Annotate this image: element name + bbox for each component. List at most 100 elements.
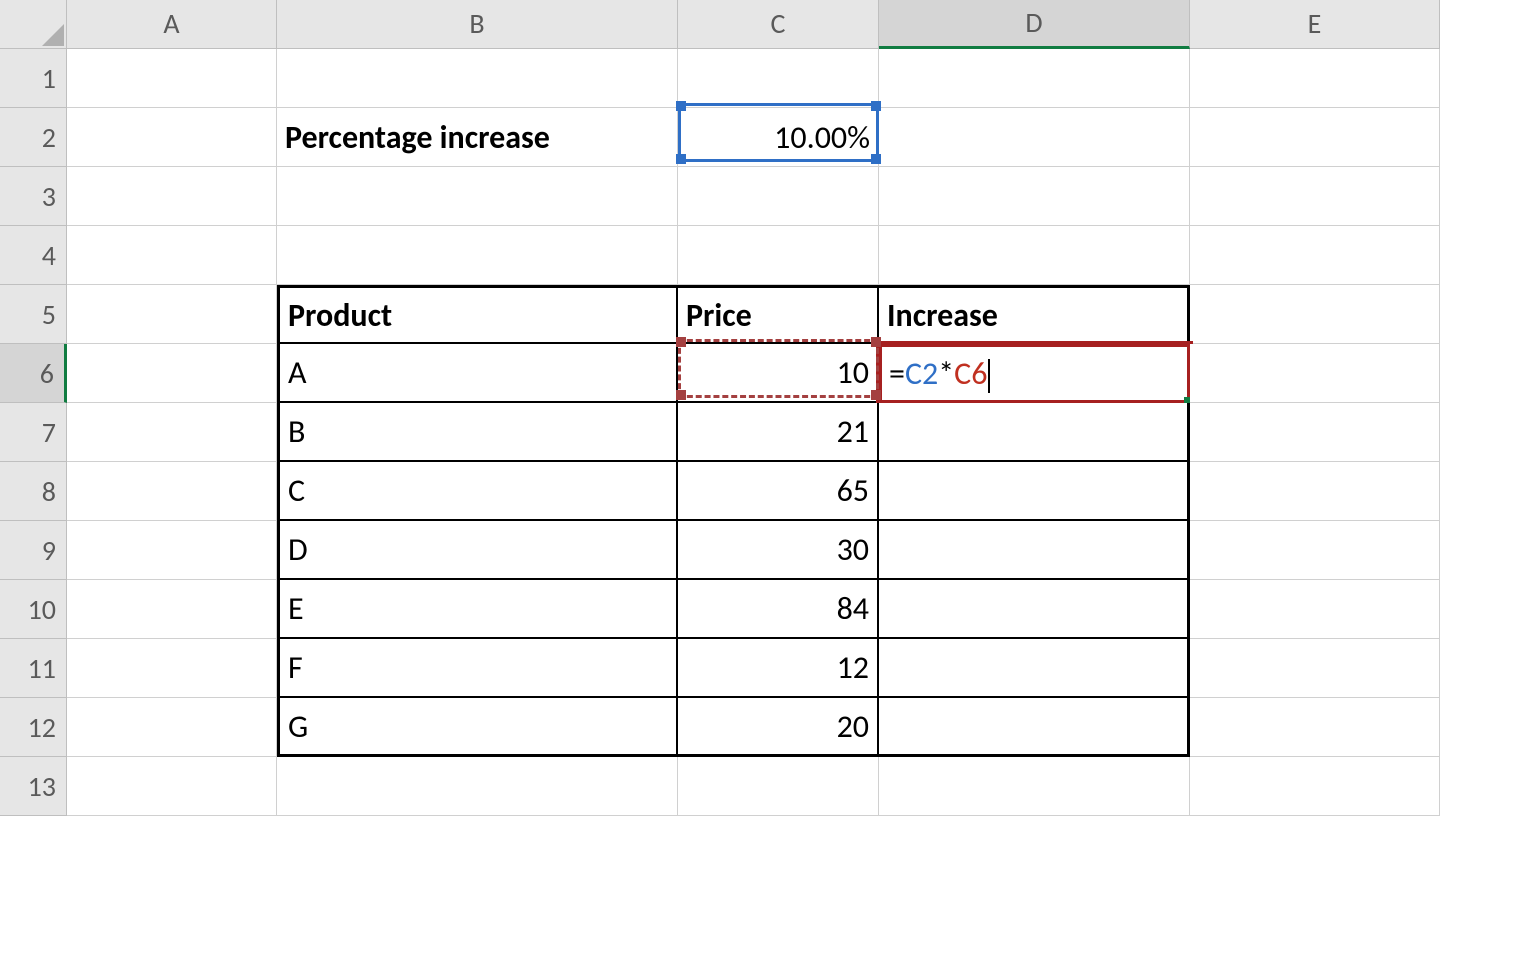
formula-op: * — [938, 354, 954, 393]
cell-e9[interactable] — [1190, 521, 1440, 580]
column-header-row: A B C D E — [0, 0, 1440, 49]
cell-c1[interactable] — [678, 49, 879, 108]
cell-d13[interactable] — [879, 757, 1190, 816]
select-all-corner[interactable] — [0, 0, 67, 49]
cell-e13[interactable] — [1190, 757, 1440, 816]
select-all-triangle-icon — [42, 24, 64, 46]
cell-b6[interactable]: A — [277, 344, 678, 403]
cell-a12[interactable] — [67, 698, 277, 757]
row-6: 6 A 10 =C2*C6 — [0, 344, 1440, 403]
cell-c2[interactable]: 10.00% — [678, 108, 879, 167]
cell-b5[interactable]: Product — [277, 285, 678, 344]
cell-e2[interactable] — [1190, 108, 1440, 167]
cell-a13[interactable] — [67, 757, 277, 816]
row-header-8[interactable]: 8 — [0, 462, 67, 521]
cell-d12[interactable] — [879, 698, 1190, 757]
cell-b4[interactable] — [277, 226, 678, 285]
cell-a6[interactable] — [67, 344, 277, 403]
row-header-10[interactable]: 10 — [0, 580, 67, 639]
formula-equals: = — [889, 354, 905, 393]
cell-e1[interactable] — [1190, 49, 1440, 108]
col-header-b[interactable]: B — [277, 0, 678, 49]
cell-c8[interactable]: 65 — [678, 462, 879, 521]
cell-e3[interactable] — [1190, 167, 1440, 226]
row-9: 9 D 30 — [0, 521, 1440, 580]
cell-a2[interactable] — [67, 108, 277, 167]
cell-a7[interactable] — [67, 403, 277, 462]
cell-b3[interactable] — [277, 167, 678, 226]
col-header-d[interactable]: D — [879, 0, 1190, 49]
row-header-11[interactable]: 11 — [0, 639, 67, 698]
row-header-1[interactable]: 1 — [0, 49, 67, 108]
cell-d8[interactable] — [879, 462, 1190, 521]
cell-c11[interactable]: 12 — [678, 639, 879, 698]
row-header-2[interactable]: 2 — [0, 108, 67, 167]
row-8: 8 C 65 — [0, 462, 1440, 521]
cell-c6[interactable]: 10 — [678, 344, 879, 403]
cell-d6[interactable]: =C2*C6 — [879, 344, 1190, 403]
cell-b11[interactable]: F — [277, 639, 678, 698]
cell-e8[interactable] — [1190, 462, 1440, 521]
cell-b12[interactable]: G — [277, 698, 678, 757]
row-header-6[interactable]: 6 — [0, 344, 67, 403]
cell-b13[interactable] — [277, 757, 678, 816]
cell-c3[interactable] — [678, 167, 879, 226]
row-header-3[interactable]: 3 — [0, 167, 67, 226]
cell-c9[interactable]: 30 — [678, 521, 879, 580]
row-header-5[interactable]: 5 — [0, 285, 67, 344]
cell-b2[interactable]: Percentage increase — [277, 108, 678, 167]
row-2: 2 Percentage increase 10.00% — [0, 108, 1440, 167]
cell-a3[interactable] — [67, 167, 277, 226]
cell-a5[interactable] — [67, 285, 277, 344]
cell-e5[interactable] — [1190, 285, 1440, 344]
cell-e6[interactable] — [1190, 344, 1440, 403]
cell-c10[interactable]: 84 — [678, 580, 879, 639]
col-header-a[interactable]: A — [67, 0, 277, 49]
cell-d3[interactable] — [879, 167, 1190, 226]
cell-d9[interactable] — [879, 521, 1190, 580]
row-13: 13 — [0, 757, 1440, 816]
cell-a11[interactable] — [67, 639, 277, 698]
cell-d4[interactable] — [879, 226, 1190, 285]
cell-b1[interactable] — [277, 49, 678, 108]
cell-b7[interactable]: B — [277, 403, 678, 462]
cell-d11[interactable] — [879, 639, 1190, 698]
cell-d10[interactable] — [879, 580, 1190, 639]
cell-a8[interactable] — [67, 462, 277, 521]
cell-e7[interactable] — [1190, 403, 1440, 462]
cell-a10[interactable] — [67, 580, 277, 639]
cell-a9[interactable] — [67, 521, 277, 580]
cell-d7[interactable] — [879, 403, 1190, 462]
row-header-4[interactable]: 4 — [0, 226, 67, 285]
row-header-9[interactable]: 9 — [0, 521, 67, 580]
row-12: 12 G 20 — [0, 698, 1440, 757]
cell-e4[interactable] — [1190, 226, 1440, 285]
cell-c5[interactable]: Price — [678, 285, 879, 344]
cell-b8[interactable]: C — [277, 462, 678, 521]
row-header-12[interactable]: 12 — [0, 698, 67, 757]
cell-d1[interactable] — [879, 49, 1190, 108]
cell-b10[interactable]: E — [277, 580, 678, 639]
cell-a4[interactable] — [67, 226, 277, 285]
row-header-7[interactable]: 7 — [0, 403, 67, 462]
col-header-c[interactable]: C — [678, 0, 879, 49]
cell-a1[interactable] — [67, 49, 277, 108]
text-cursor — [988, 359, 990, 393]
cell-e12[interactable] — [1190, 698, 1440, 757]
cell-d2[interactable] — [879, 108, 1190, 167]
cell-e11[interactable] — [1190, 639, 1440, 698]
spreadsheet-viewport[interactable]: A B C D E 1 2 Percentage increase 10.00%… — [0, 0, 1536, 816]
worksheet-grid[interactable]: A B C D E 1 2 Percentage increase 10.00%… — [0, 0, 1440, 816]
cell-e10[interactable] — [1190, 580, 1440, 639]
row-5: 5 Product Price Increase — [0, 285, 1440, 344]
cell-c13[interactable] — [678, 757, 879, 816]
cell-b9[interactable]: D — [277, 521, 678, 580]
cell-c4[interactable] — [678, 226, 879, 285]
cell-d5[interactable]: Increase — [879, 285, 1190, 344]
col-header-e[interactable]: E — [1190, 0, 1440, 49]
row-4: 4 — [0, 226, 1440, 285]
formula-ref-c6: C6 — [954, 354, 987, 393]
row-header-13[interactable]: 13 — [0, 757, 67, 816]
cell-c12[interactable]: 20 — [678, 698, 879, 757]
cell-c7[interactable]: 21 — [678, 403, 879, 462]
